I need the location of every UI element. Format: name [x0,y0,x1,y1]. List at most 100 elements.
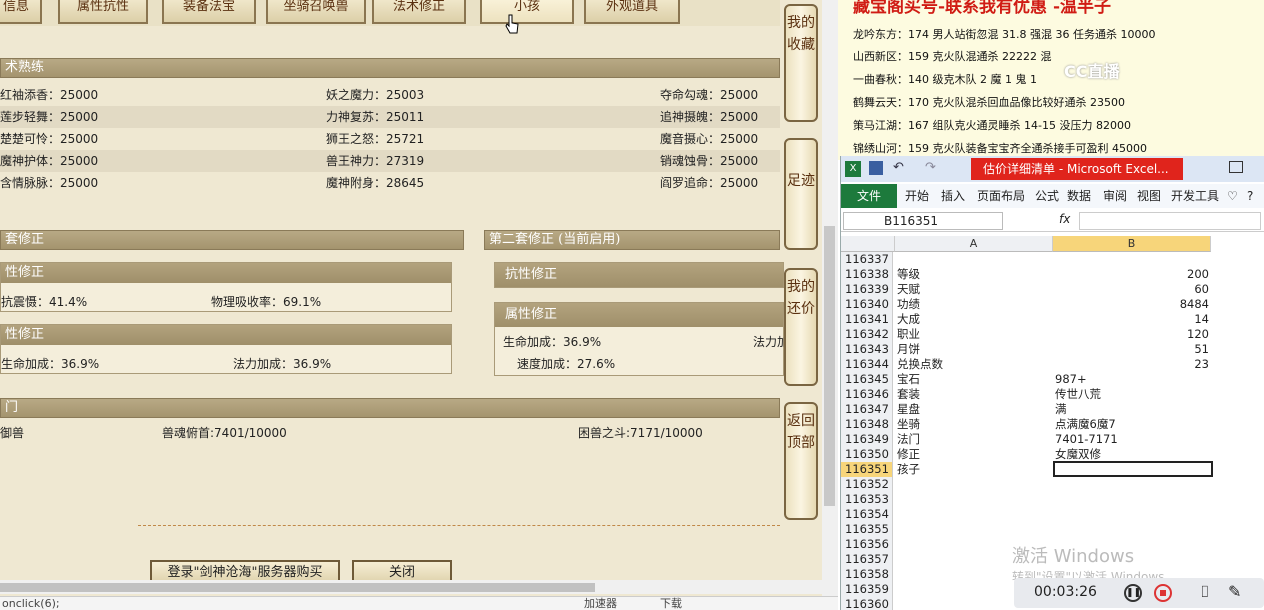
skill-cell: 狮王之怒：25721 [326,132,425,146]
accelerator-label[interactable]: 加速器 [584,597,617,610]
cell-a[interactable]: 职业 [897,327,920,342]
pause-icon[interactable]: ❚❚ [1124,584,1142,602]
skill-cell: 妖之魔力：25003 [326,88,425,102]
cell-b[interactable]: 120 [1055,327,1209,342]
cell-a[interactable]: 兑换点数 [897,357,943,372]
footprint-button[interactable]: 足迹 [784,138,818,250]
row-number[interactable]: 116345 [841,372,893,387]
maximize-icon[interactable] [1229,161,1243,173]
cell-a[interactable]: 等级 [897,267,920,282]
row-number[interactable]: 116360 [841,597,893,610]
cell-a[interactable]: 孩子 [897,462,920,477]
tab-spell-correction[interactable]: 法术修正 [372,0,466,24]
row-number[interactable]: 116350 [841,447,893,462]
cell-a[interactable]: 套装 [897,387,920,402]
cell-b[interactable]: 23 [1055,357,1209,372]
row-number[interactable]: 116344 [841,357,893,372]
my-bargain-button[interactable]: 我的还价 [784,268,818,386]
row-number[interactable]: 116357 [841,552,893,567]
row-number[interactable]: 116338 [841,267,893,282]
fx-icon[interactable]: fx [1059,212,1070,226]
cell-a[interactable]: 修正 [897,447,920,462]
row-number[interactable]: 116343 [841,342,893,357]
cell-b[interactable]: 7401-7171 [1055,432,1118,447]
heart-icon[interactable]: ♡ [1227,184,1238,208]
formula-input[interactable] [1079,212,1261,230]
tab-equipment[interactable]: 装备法宝 [162,0,256,24]
row-number[interactable]: 116339 [841,282,893,297]
cell-a[interactable]: 功绩 [897,297,920,312]
cell-a[interactable]: 坐骑 [897,417,920,432]
row-number[interactable]: 116349 [841,432,893,447]
cell-b[interactable]: 传世八荒 [1055,387,1101,402]
column-header-a[interactable]: A [895,236,1053,252]
corner-cell[interactable] [841,236,895,252]
help-icon[interactable]: ? [1247,184,1253,208]
skill-cell: 兽王神力：27319 [326,154,425,168]
cell-b[interactable]: 女魔双修 [1055,447,1101,462]
tab-info[interactable]: 信息 [0,0,42,24]
row-number[interactable]: 116348 [841,417,893,432]
file-tab[interactable]: 文件 [841,184,897,208]
row-number[interactable]: 116359 [841,582,893,597]
ribbon-tab[interactable]: 数据 [1067,184,1091,208]
row-number[interactable]: 116340 [841,297,893,312]
row-number[interactable]: 116351 [841,462,893,477]
row-number[interactable]: 116355 [841,522,893,537]
row-number[interactable]: 116342 [841,327,893,342]
ribbon-tab[interactable]: 开发工具 [1171,184,1219,208]
vertical-scroll-thumb[interactable] [824,226,835,506]
row-number[interactable]: 116337 [841,252,893,267]
cell-a[interactable]: 天赋 [897,282,920,297]
magic-cell: 御兽 [0,426,25,440]
save-icon[interactable] [869,161,883,175]
ribbon-tab[interactable]: 视图 [1137,184,1161,208]
cell-b[interactable]: 60 [1055,282,1209,297]
ribbon-tab[interactable]: 公式 [1035,184,1059,208]
cell-a[interactable]: 大成 [897,312,920,327]
row-number[interactable]: 116354 [841,507,893,522]
cell-b[interactable]: 8484 [1055,297,1209,312]
cell-b[interactable]: 满 [1055,402,1067,417]
row-number[interactable]: 116356 [841,537,893,552]
tab-appearance[interactable]: 外观道具 [584,0,680,24]
redo-icon[interactable]: ↷ [925,160,936,175]
tab-child[interactable]: 小孩 [480,0,574,24]
my-favorites-button[interactable]: 我的收藏 [784,4,818,122]
tab-mounts[interactable]: 坐骑召唤兽 [266,0,366,24]
row-number[interactable]: 116353 [841,492,893,507]
undo-icon[interactable]: ↶ [893,160,904,175]
cell-b[interactable]: 987+ [1055,372,1087,387]
column-header-b[interactable]: B [1053,236,1211,252]
pen-icon[interactable]: ✎ [1228,582,1241,601]
ribbon-tab[interactable]: 插入 [941,184,965,208]
download-label[interactable]: 下载 [660,597,682,610]
skill-cell: 夺命勾魂：25000 [660,88,759,102]
horizontal-scroll-thumb[interactable] [0,583,595,592]
tab-attributes[interactable]: 属性抗性 [58,0,148,24]
name-box[interactable]: B116351 [843,212,1003,230]
ribbon-tab[interactable]: 审阅 [1103,184,1127,208]
my-bargain-label: 我的还价 [787,279,815,317]
camera-icon[interactable]: ⌷ [1200,582,1210,602]
row-number[interactable]: 116358 [841,567,893,582]
cell-b[interactable]: 点满魔6魔7 [1055,417,1116,432]
cell-b[interactable]: 51 [1055,342,1209,357]
set2-attr-a: 生命加成：36.9% [503,335,602,349]
cell-b[interactable]: 200 [1055,267,1209,282]
selected-cell[interactable] [1053,461,1213,477]
ribbon-tab[interactable]: 页面布局 [977,184,1025,208]
row-number[interactable]: 116352 [841,477,893,492]
ribbon-tab[interactable]: 开始 [905,184,929,208]
row-number[interactable]: 116341 [841,312,893,327]
row-number[interactable]: 116346 [841,387,893,402]
stop-icon[interactable] [1154,584,1172,602]
sheet-row: 116342 职业 120 [841,327,1264,342]
cell-a[interactable]: 月饼 [897,342,920,357]
cell-a[interactable]: 星盘 [897,402,920,417]
back-to-top-button[interactable]: 返回顶部 [784,402,818,520]
cell-a[interactable]: 宝石 [897,372,920,387]
cell-b[interactable]: 14 [1055,312,1209,327]
row-number[interactable]: 116347 [841,402,893,417]
cell-a[interactable]: 法门 [897,432,920,447]
